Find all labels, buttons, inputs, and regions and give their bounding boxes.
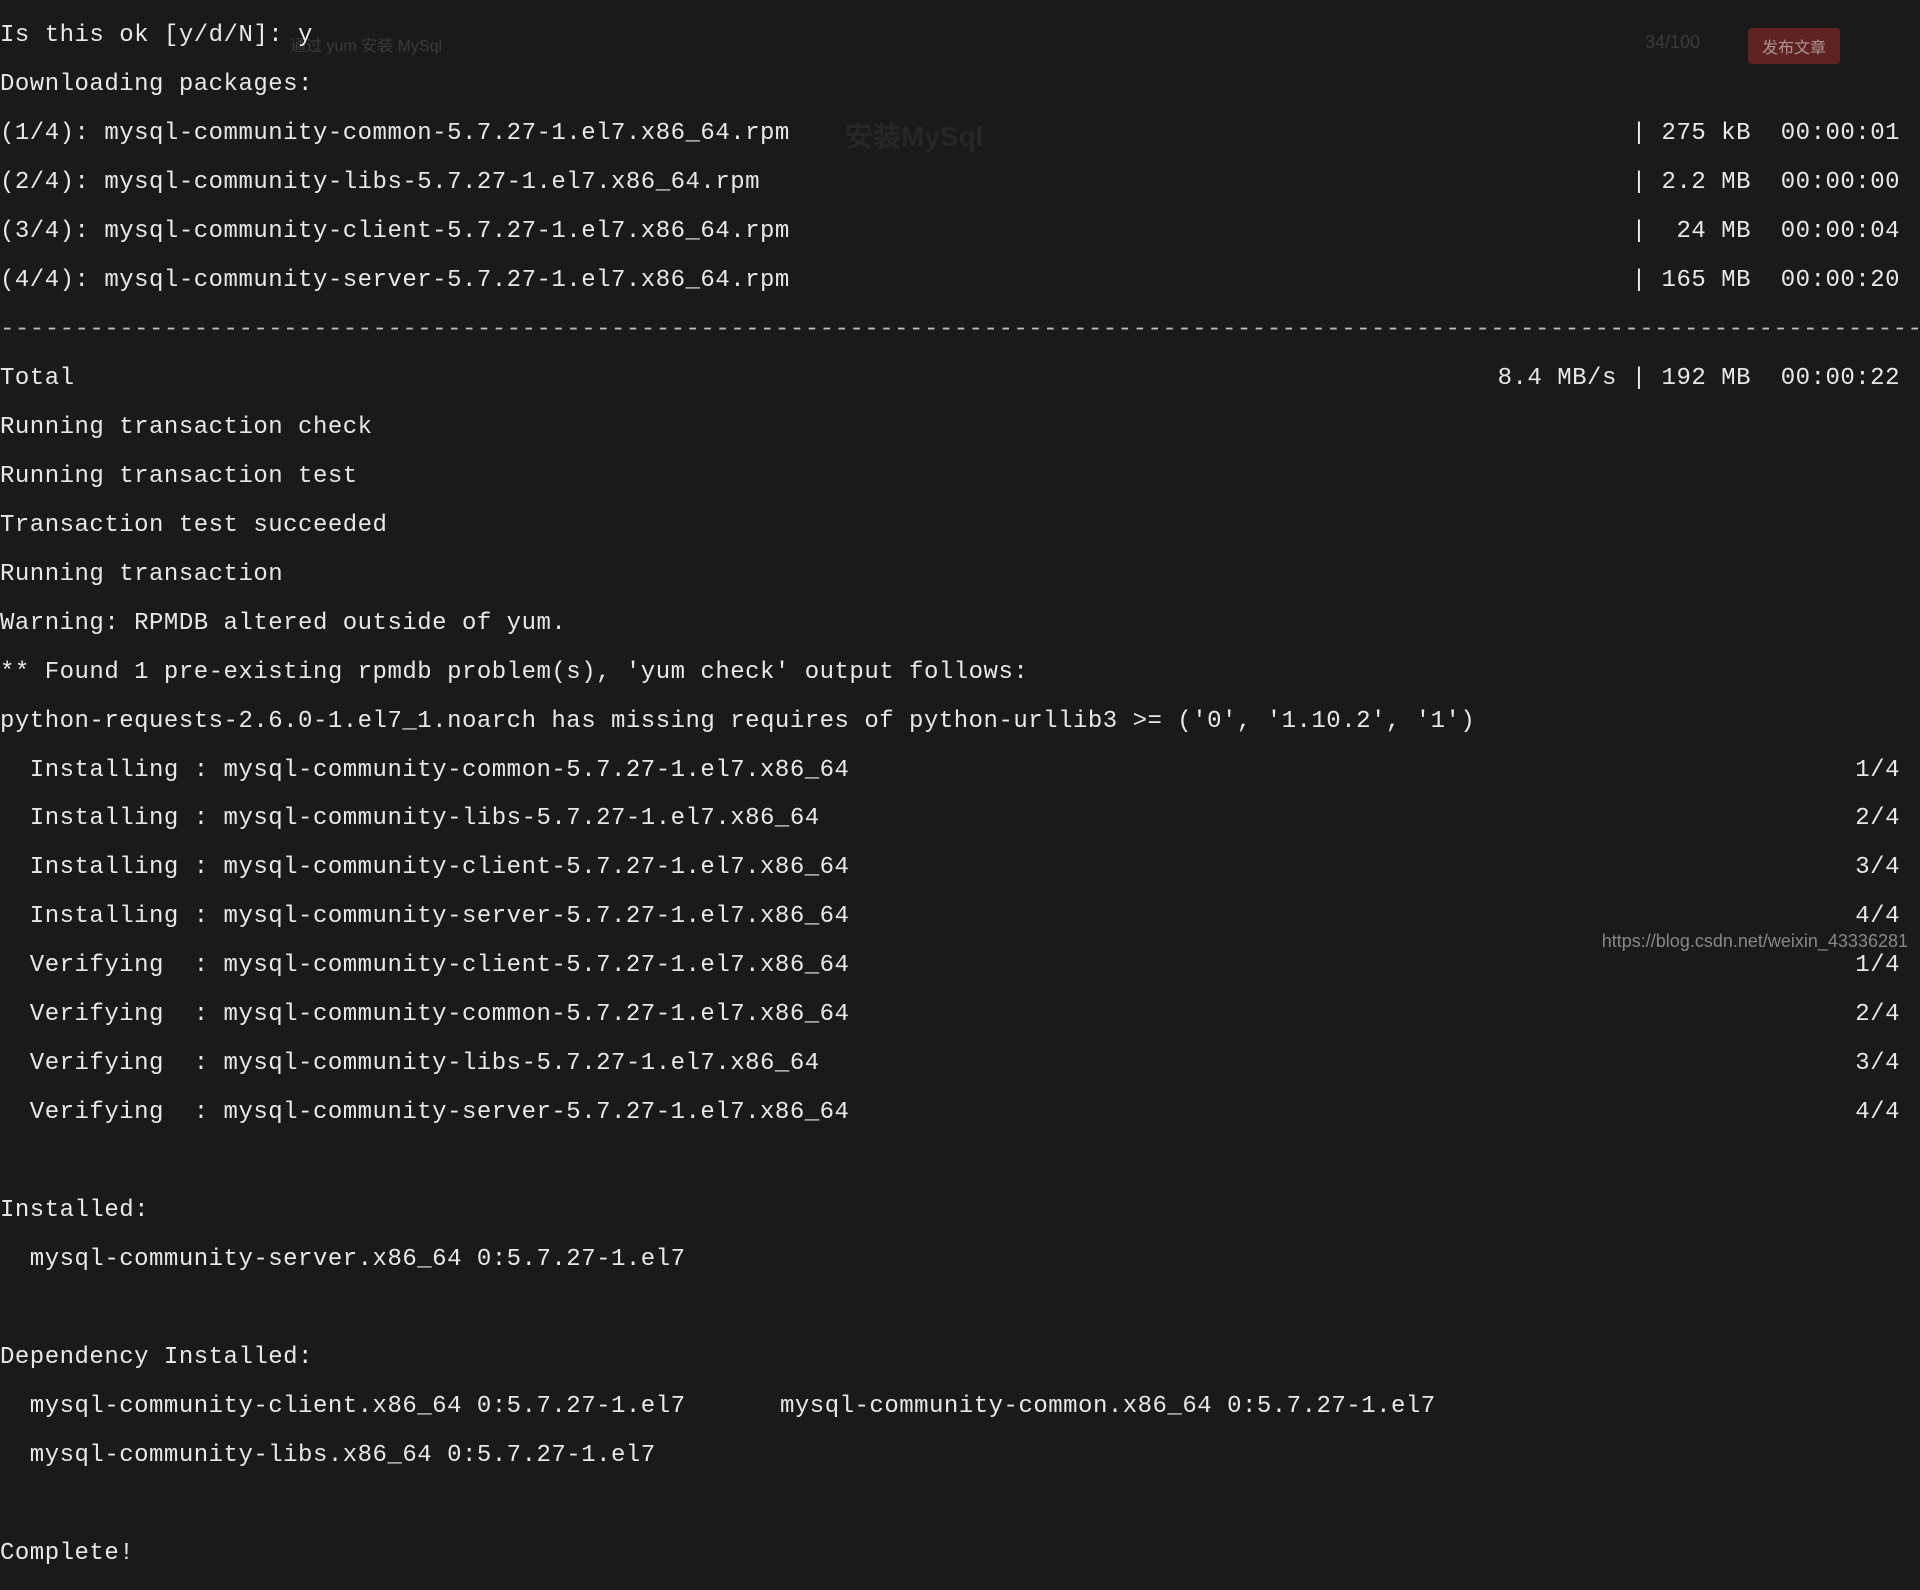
transaction-line: Running transaction test bbox=[0, 465, 1920, 489]
transaction-line: Transaction test succeeded bbox=[0, 514, 1920, 538]
step-label: Verifying : mysql-community-libs-5.7.27-… bbox=[0, 1052, 820, 1076]
step-label: Verifying : mysql-community-server-5.7.2… bbox=[0, 1101, 849, 1125]
step-label: Verifying : mysql-community-common-5.7.2… bbox=[0, 1003, 849, 1027]
step-count: 3/4 bbox=[1855, 856, 1920, 880]
download-row: (3/4): mysql-community-client-5.7.27-1.e… bbox=[0, 220, 1920, 244]
dependency-row: mysql-community-client.x86_64 0:5.7.27-1… bbox=[0, 1395, 1920, 1419]
download-row: (1/4): mysql-community-common-5.7.27-1.e… bbox=[0, 122, 1920, 146]
dep-pkg: mysql-community-client.x86_64 0:5.7.27-1… bbox=[0, 1395, 686, 1419]
verify-step: Verifying : mysql-community-libs-5.7.27-… bbox=[0, 1052, 1920, 1076]
blank-line bbox=[0, 1493, 1920, 1517]
download-pkg: (4/4): mysql-community-server-5.7.27-1.e… bbox=[0, 269, 790, 293]
watermark: https://blog.csdn.net/weixin_43336281 bbox=[1602, 931, 1908, 952]
verify-step: Verifying : mysql-community-server-5.7.2… bbox=[0, 1101, 1920, 1125]
terminal-output: Is this ok [y/d/N]: y Downloading packag… bbox=[0, 0, 1920, 958]
download-size: | 165 MB 00:00:20 bbox=[1632, 269, 1920, 293]
download-pkg: (3/4): mysql-community-client-5.7.27-1.e… bbox=[0, 220, 790, 244]
blank-line bbox=[0, 1150, 1920, 1174]
transaction-line: Running transaction bbox=[0, 563, 1920, 587]
installed-header: Installed: bbox=[0, 1199, 1920, 1223]
download-pkg: (2/4): mysql-community-libs-5.7.27-1.el7… bbox=[0, 171, 760, 195]
downloading-header: Downloading packages: bbox=[0, 73, 1920, 97]
install-step: Installing : mysql-community-libs-5.7.27… bbox=[0, 807, 1920, 831]
yum-check-line: ** Found 1 pre-existing rpmdb problem(s)… bbox=[0, 661, 1920, 685]
download-pkg: (1/4): mysql-community-common-5.7.27-1.e… bbox=[0, 122, 790, 146]
step-count: 2/4 bbox=[1855, 1003, 1920, 1027]
step-count: 3/4 bbox=[1855, 1052, 1920, 1076]
install-step: Installing : mysql-community-common-5.7.… bbox=[0, 759, 1920, 783]
transaction-line: Running transaction check bbox=[0, 416, 1920, 440]
warning-line: Warning: RPMDB altered outside of yum. bbox=[0, 612, 1920, 636]
download-size: | 24 MB 00:00:04 bbox=[1632, 220, 1920, 244]
verify-step: Verifying : mysql-community-common-5.7.2… bbox=[0, 1003, 1920, 1027]
download-row: (2/4): mysql-community-libs-5.7.27-1.el7… bbox=[0, 171, 1920, 195]
step-label: Installing : mysql-community-common-5.7.… bbox=[0, 759, 849, 783]
download-size: | 275 kB 00:00:01 bbox=[1632, 122, 1920, 146]
download-row: (4/4): mysql-community-server-5.7.27-1.e… bbox=[0, 269, 1920, 293]
installed-pkg: mysql-community-server.x86_64 0:5.7.27-1… bbox=[0, 1248, 1920, 1272]
download-size: | 2.2 MB 00:00:00 bbox=[1632, 171, 1920, 195]
total-label: Total bbox=[0, 367, 75, 391]
separator-line: ----------------------------------------… bbox=[0, 318, 1920, 342]
dep-pkg: mysql-community-common.x86_64 0:5.7.27-1… bbox=[780, 1395, 1436, 1419]
dependency-header: Dependency Installed: bbox=[0, 1346, 1920, 1370]
prompt-line: Is this ok [y/d/N]: y bbox=[0, 24, 1920, 48]
blank-line bbox=[0, 1297, 1920, 1321]
step-count: 2/4 bbox=[1855, 807, 1920, 831]
dependency-row: mysql-community-libs.x86_64 0:5.7.27-1.e… bbox=[0, 1444, 1920, 1468]
missing-requires-line: python-requests-2.6.0-1.el7_1.noarch has… bbox=[0, 710, 1920, 734]
step-count: 4/4 bbox=[1855, 1101, 1920, 1125]
step-count: 1/4 bbox=[1855, 759, 1920, 783]
install-step: Installing : mysql-community-client-5.7.… bbox=[0, 856, 1920, 880]
step-label: Installing : mysql-community-client-5.7.… bbox=[0, 856, 849, 880]
step-label: Installing : mysql-community-libs-5.7.27… bbox=[0, 807, 820, 831]
install-step: Installing : mysql-community-server-5.7.… bbox=[0, 905, 1920, 929]
step-label: Installing : mysql-community-server-5.7.… bbox=[0, 905, 849, 929]
step-count: 4/4 bbox=[1855, 905, 1920, 929]
total-value: 8.4 MB/s | 192 MB 00:00:22 bbox=[1498, 367, 1920, 391]
total-row: Total 8.4 MB/s | 192 MB 00:00:22 bbox=[0, 367, 1920, 391]
complete-line: Complete! bbox=[0, 1542, 1920, 1566]
